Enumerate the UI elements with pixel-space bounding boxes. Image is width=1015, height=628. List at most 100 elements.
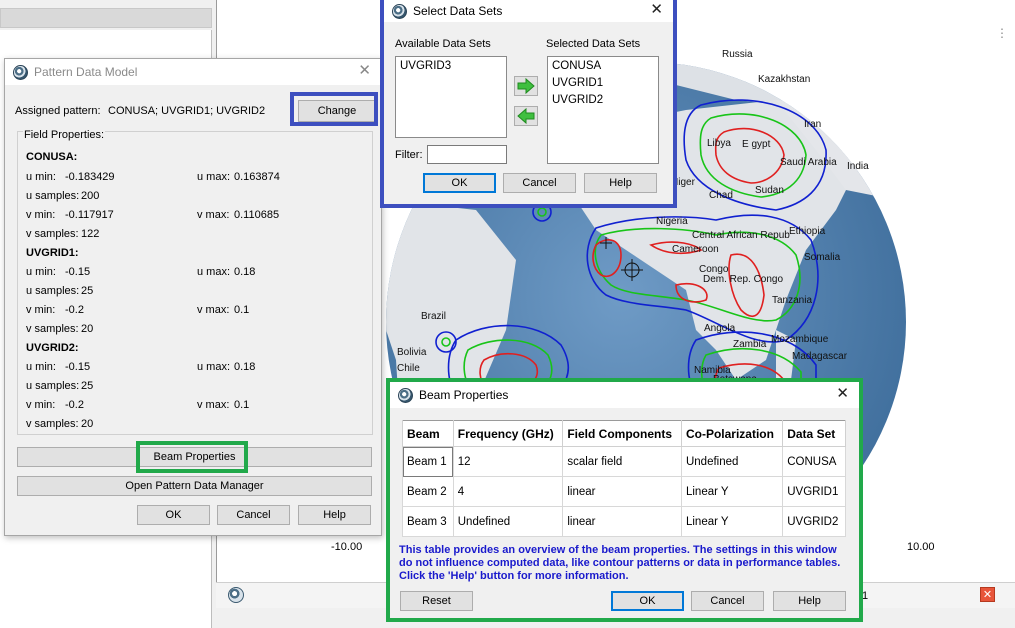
u-min-label: u min: [26,361,56,373]
close-icon[interactable]: ✕ [358,63,371,79]
list-item[interactable]: UVGRID3 [400,60,510,72]
open-pattern-data-manager-button[interactable]: Open Pattern Data Manager [17,476,372,496]
map-label: Nigeria [656,216,688,227]
list-item[interactable]: UVGRID1 [552,77,603,89]
table-cell[interactable]: Undefined [680,446,784,477]
map-label: Ethiopia [789,226,826,237]
column-header[interactable]: Field Components [562,420,682,447]
add-arrow-button[interactable] [514,76,538,96]
filter-input[interactable] [427,145,507,164]
table-cell[interactable]: CONUSA [782,446,846,477]
table-cell[interactable]: Linear Y [680,476,784,507]
table-cell[interactable]: Beam 2 [402,476,454,507]
dialog-titlebar[interactable]: Beam Properties ✕ [390,382,859,408]
table-row[interactable]: Beam 3 Undefined linear Linear Y UVGRID2 [402,506,846,537]
dialog-title: Beam Properties [419,388,509,402]
map-label: Dem. Rep. Congo [703,274,784,285]
map-label: Central African Repub [692,230,790,241]
filter-label: Filter: [395,149,423,161]
field-name-conusa: CONUSA: [26,151,78,163]
u-samples-value: 25 [81,285,94,297]
help-button[interactable]: Help [584,173,657,193]
list-item[interactable]: UVGRID2 [552,94,603,106]
cancel-button[interactable]: Cancel [503,173,576,193]
available-data-sets-list[interactable]: UVGRID3 [395,56,507,138]
map-label: Cameroon [672,244,719,255]
beam-info-text: This table provides an overview of the b… [399,544,841,582]
table-cell[interactable]: Linear Y [680,506,784,537]
globe-icon[interactable] [228,587,244,603]
column-header[interactable]: Beam [402,420,454,447]
table-cell[interactable]: scalar field [562,446,682,477]
table-cell[interactable]: UVGRID2 [782,506,846,537]
table-cell[interactable]: linear [562,476,682,507]
reset-button[interactable]: Reset [400,591,473,611]
v-max-label: v max: [197,304,230,316]
remove-arrow-button[interactable] [514,106,538,126]
close-icon[interactable]: ✕ [650,2,663,18]
ok-button[interactable]: OK [611,591,684,611]
dialog-titlebar[interactable]: Select Data Sets ✕ [384,0,673,22]
u-max-label: u max: [197,266,231,278]
u-max-value: 0.163874 [234,171,280,183]
change-highlight [290,92,378,126]
help-button[interactable]: Help [773,591,846,611]
list-item[interactable]: CONUSA [552,60,601,72]
u-max-label: u max: [197,171,231,183]
u-samples-label: u samples: [26,190,80,202]
v-min-value: -0.2 [65,304,84,316]
v-samples-value: 20 [81,323,94,335]
dialog-title: Pattern Data Model [34,65,138,79]
map-label: Libya [707,138,731,149]
u-max-value: 0.18 [234,266,256,278]
map-label: Somalia [804,252,841,263]
map-label: Mozambique [771,334,829,345]
column-header[interactable]: Frequency (GHz) [452,420,564,447]
scroll-handle-icon[interactable]: ⋮ [996,26,1008,40]
u-min-label: u min: [26,266,56,278]
x-tick-left: -10.00 [331,541,363,553]
clear-icon[interactable]: ✕ [980,587,995,602]
dialog-titlebar[interactable]: Pattern Data Model ✕ [5,59,381,85]
map-label: Brazil [421,311,447,322]
app-globe-icon [398,387,413,403]
available-data-sets-label: Available Data Sets [395,38,491,50]
table-cell[interactable]: 12 [452,446,564,477]
ok-button[interactable]: OK [423,173,496,193]
table-row[interactable]: Beam 1 12 scalar field Undefined CONUSA [402,446,846,477]
table-cell[interactable]: UVGRID1 [782,476,846,507]
selected-data-sets-list[interactable]: CONUSA UVGRID1 UVGRID2 [547,56,659,164]
v-samples-value: 20 [81,418,94,430]
app-globe-icon [392,3,407,19]
v-max-value: 0.1 [234,304,250,316]
map-label: India [847,161,869,172]
beam-properties-table: Beam Frequency (GHz) Field Components Co… [402,420,846,537]
u-max-value: 0.18 [234,361,256,373]
table-cell[interactable]: 4 [452,476,564,507]
v-max-label: v max: [197,399,230,411]
table-cell[interactable]: Undefined [452,506,564,537]
map-label: Zambia [733,339,767,350]
arrow-right-icon [517,77,535,95]
v-max-value: 0.1 [234,399,250,411]
v-samples-value: 122 [81,228,100,240]
column-header[interactable]: Co-Polarization [680,420,784,447]
u-min-label: u min: [26,171,56,183]
column-header[interactable]: Data Set [782,420,846,447]
table-header-row: Beam Frequency (GHz) Field Components Co… [402,420,846,447]
v-samples-label: v samples: [26,323,79,335]
v-min-label: v min: [26,304,56,316]
v-min-label: v min: [26,209,56,221]
beam-properties-highlight [136,441,248,473]
table-row[interactable]: Beam 2 4 linear Linear Y UVGRID1 [402,476,846,507]
table-cell[interactable]: Beam 3 [402,506,454,537]
ok-button[interactable]: OK [137,505,210,525]
cancel-button[interactable]: Cancel [691,591,764,611]
table-cell[interactable]: Beam 1 [402,446,454,477]
cancel-button[interactable]: Cancel [217,505,290,525]
help-button[interactable]: Help [298,505,371,525]
close-icon[interactable]: ✕ [836,386,849,402]
map-label: Madagascar [792,351,848,362]
table-cell[interactable]: linear [562,506,682,537]
map-label: Kazakhstan [758,74,811,85]
